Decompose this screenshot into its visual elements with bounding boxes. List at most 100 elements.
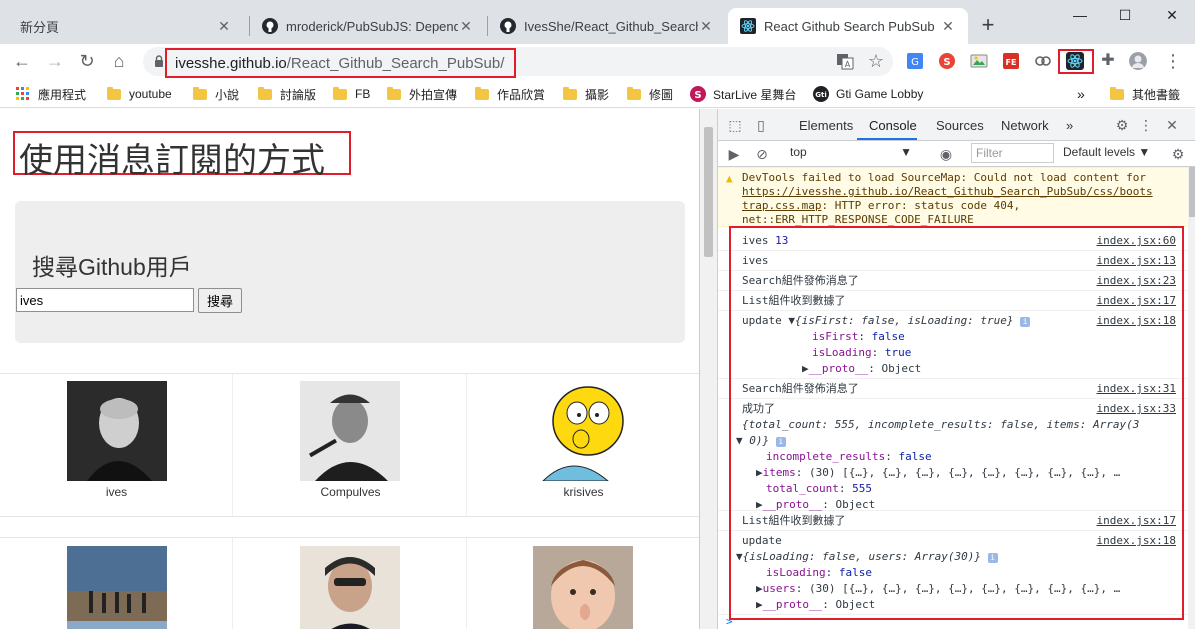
folder-icon [193,86,207,100]
url-text[interactable]: ivesshe.github.io/React_Github_Search_Pu… [165,48,516,78]
bookmark-label: 應用程式 [38,87,87,102]
bookmark-forums[interactable]: 討論版 [258,84,316,104]
folder-icon [627,86,641,100]
translate-icon[interactable]: A [836,52,854,70]
console-highlight [729,226,1184,620]
puzzle-icon[interactable]: ✚ [1096,49,1120,73]
close-icon[interactable]: ✕ [698,18,714,34]
fe-extension-icon[interactable]: FE [1002,52,1020,70]
page-scrollbar[interactable] [700,109,717,629]
bookmark-photography[interactable]: 攝影 [563,84,609,104]
page-viewport: 使用消息訂閱的方式 搜尋Github用戶 搜尋 ives Compulves k… [0,109,700,629]
tab-label: React Github Search PubSub [764,18,935,34]
gear-icon[interactable]: ⚙ [1114,117,1130,133]
bookmark-retouch[interactable]: 修圖 [627,84,673,104]
react-devtools-icon[interactable] [1066,52,1084,70]
sourcemap-link[interactable]: https://ivesshe.github.io/React_Github_S… [742,185,1153,198]
user-avatar[interactable] [300,381,400,481]
github-icon [500,18,516,34]
bookmark-fb[interactable]: FB [333,84,370,104]
eye-icon[interactable]: ◉ [938,146,954,162]
devtools-panel: ⬚ ▯ Elements Console Sources Network » ⚙… [717,109,1195,629]
warning-icon: ▲ [726,172,733,185]
maximize-button[interactable]: ☐ [1112,4,1138,26]
close-icon[interactable]: ✕ [1164,117,1180,133]
search-button[interactable]: 搜尋 [198,288,242,313]
url-host: ivesshe.github.io [175,54,287,72]
console-scrollbar[interactable] [1188,167,1195,629]
svg-text:S: S [943,57,950,68]
bookmark-gti[interactable]: Gti Gti Game Lobby [813,84,923,104]
more-icon[interactable]: ⋮ [1138,117,1154,133]
tab-ivesshe-repo[interactable]: IvesShe/React_Github_Search_l ✕ [488,8,726,44]
google-translate-ext-icon[interactable]: G [906,52,924,70]
minimize-button[interactable]: — [1067,4,1093,26]
bookmark-apps[interactable]: 應用程式 [16,84,86,104]
new-tab-button[interactable]: + [977,14,999,36]
star-icon[interactable]: ☆ [864,49,888,73]
search-input[interactable] [16,288,194,312]
tabs-overflow[interactable]: » [1066,118,1073,133]
s-extension-icon[interactable]: S [938,52,956,70]
close-icon[interactable]: ✕ [940,18,956,34]
reload-icon[interactable]: ↻ [75,49,99,73]
folder-icon [563,86,577,100]
tab-console[interactable]: Console [869,118,917,133]
scrollbar-thumb[interactable] [1189,167,1195,217]
home-icon[interactable]: ⌂ [107,49,131,73]
svg-text:G: G [911,57,919,68]
tab-pubsubjs[interactable]: mroderick/PubSubJS: Depende ✕ [250,8,486,44]
svg-text:S: S [694,90,701,101]
link-extension-icon[interactable] [1034,52,1052,70]
tab-react-github-search[interactable]: React Github Search PubSub ✕ [728,8,968,44]
console-settings-icon[interactable]: ⚙ [1170,146,1186,162]
tab-elements[interactable]: Elements [799,118,853,133]
folder-icon [387,86,401,100]
filter-input[interactable]: Filter [971,143,1054,163]
bookmark-label: 外拍宣傳 [409,87,458,102]
close-icon[interactable]: ✕ [216,18,232,34]
clear-console-icon[interactable]: ⊘ [754,146,770,162]
bookmark-label: 小說 [215,87,240,102]
user-avatar[interactable] [67,381,167,481]
sourcemap-link[interactable]: trap.css.map [742,199,821,212]
bookmarks-overflow[interactable]: » [1077,84,1085,104]
bookmark-other[interactable]: 其他書籤 [1110,84,1180,104]
inspect-element-icon[interactable]: ⬚ [727,117,743,133]
context-select[interactable]: top ▼ [790,145,922,163]
bookmark-starlive[interactable]: S StarLive 星舞台 [690,84,796,104]
forward-icon[interactable]: → [43,49,67,73]
tab-new-tab[interactable]: 新分頁 ✕ [8,8,244,44]
bookmark-label: StarLive 星舞台 [713,87,797,102]
image-extension-icon[interactable] [970,52,988,70]
user-login: ives [105,485,128,499]
user-card [467,538,699,629]
apps-grid-icon [16,87,29,100]
user-card [0,538,233,629]
bookmark-novels[interactable]: 小說 [193,84,239,104]
back-icon[interactable]: ← [10,49,34,73]
bookmark-label: 作品欣賞 [497,87,546,102]
user-avatar[interactable] [533,381,633,481]
window-close-button[interactable]: ✕ [1159,4,1185,26]
bookmark-youtube[interactable]: youtube [107,84,172,104]
warning-message: ▲ DevTools failed to load SourceMap: Cou… [718,167,1188,227]
user-avatar[interactable] [300,546,400,629]
bookmark-works[interactable]: 作品欣賞 [475,84,545,104]
tab-sources[interactable]: Sources [936,118,984,133]
github-icon [262,18,278,34]
avatar[interactable] [1129,52,1147,70]
user-avatar[interactable] [67,546,167,629]
lock-icon[interactable] [154,55,164,67]
menu-icon[interactable]: ⋮ [1161,49,1185,73]
tab-label: IvesShe/React_Github_Search_l [524,18,698,34]
close-icon[interactable]: ✕ [458,18,474,34]
scrollbar-thumb[interactable] [704,127,713,257]
bookmark-label: 修圖 [649,87,674,102]
bookmark-outdoor-shoot[interactable]: 外拍宣傳 [387,84,457,104]
sidebar-toggle-icon[interactable]: ▶ [726,146,742,162]
tab-network[interactable]: Network [1001,118,1049,133]
log-levels-select[interactable]: Default levels ▼ [1063,145,1150,159]
device-toolbar-icon[interactable]: ▯ [753,117,769,133]
user-avatar[interactable] [533,546,633,629]
